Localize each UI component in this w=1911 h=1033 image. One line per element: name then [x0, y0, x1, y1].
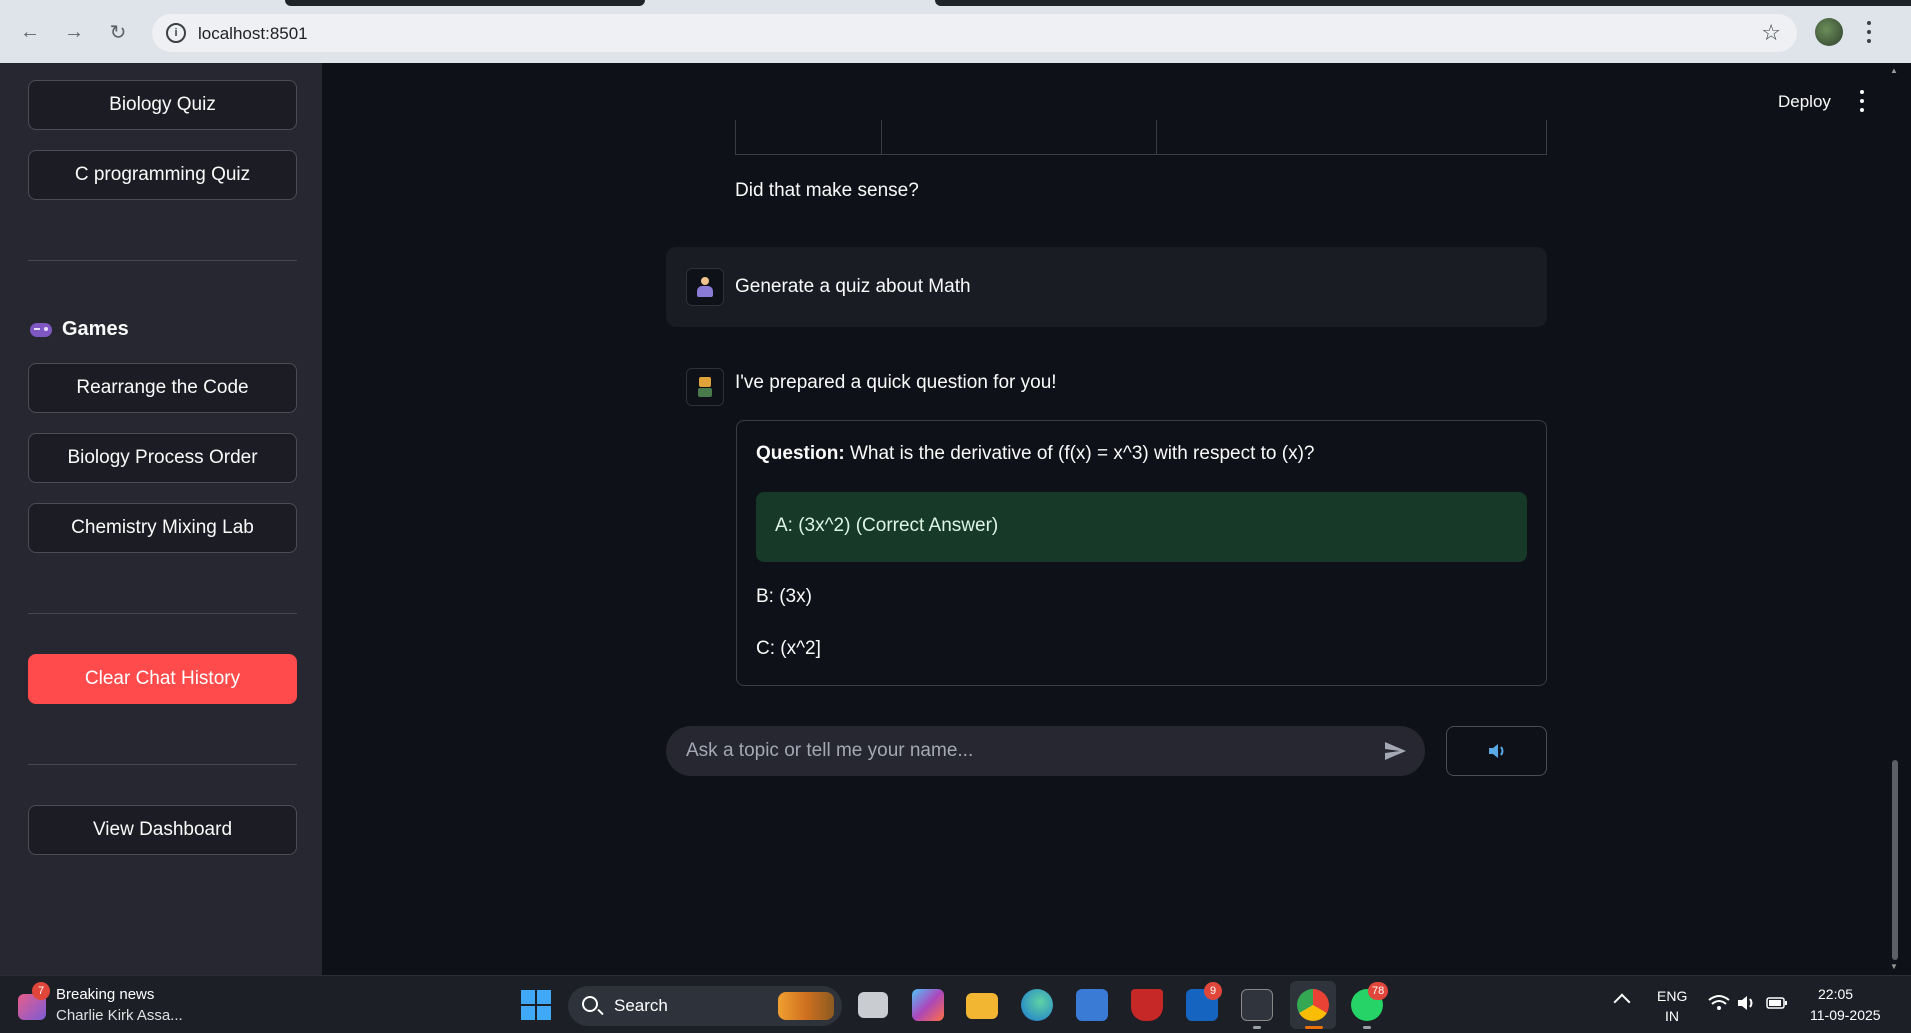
user-message: Generate a quiz about Math — [666, 247, 1547, 327]
c-programming-quiz-button[interactable]: C programming Quiz — [28, 150, 297, 200]
volume-icon[interactable] — [1736, 994, 1758, 1012]
running-indicator — [1253, 1026, 1261, 1029]
chat-input-container — [666, 726, 1425, 776]
rearrange-code-button[interactable]: Rearrange the Code — [28, 363, 297, 413]
browser-tab[interactable] — [285, 0, 645, 6]
clear-chat-history-button[interactable]: Clear Chat History — [28, 654, 297, 704]
language-region[interactable]: IN — [1665, 1008, 1679, 1024]
deploy-button[interactable]: Deploy — [1778, 92, 1831, 112]
search-highlight-icon — [778, 992, 834, 1020]
address-bar[interactable]: i localhost:8501 ☆ — [152, 14, 1797, 52]
search-icon — [582, 996, 598, 1012]
option-a-label: A: (3x^2) (Correct Answer) — [775, 515, 999, 536]
news-badge: 7 — [32, 982, 50, 1000]
send-icon[interactable] — [1383, 739, 1407, 763]
previous-table — [735, 120, 1547, 155]
app-menu-icon[interactable] — [1858, 90, 1866, 112]
user-avatar-icon — [686, 268, 724, 306]
site-info-icon[interactable]: i — [166, 23, 186, 43]
wifi-icon[interactable] — [1708, 994, 1730, 1012]
speaker-button[interactable] — [1446, 726, 1547, 776]
question-label: Question: — [756, 443, 845, 464]
biology-quiz-button[interactable]: Biology Quiz — [28, 80, 297, 130]
clock-time[interactable]: 22:05 — [1818, 986, 1853, 1002]
sidebar: Biology Quiz C programming Quiz Games Re… — [0, 63, 322, 975]
scroll-up-icon[interactable]: ▲ — [1890, 66, 1900, 75]
battery-icon[interactable] — [1766, 995, 1788, 1011]
task-view-icon[interactable] — [858, 992, 888, 1018]
assistant-intro-text: I've prepared a quick question for you! — [735, 372, 1057, 393]
terminal-icon[interactable] — [1241, 989, 1273, 1021]
bookmark-star-icon[interactable]: ☆ — [1761, 20, 1781, 46]
browser-menu-icon[interactable] — [1865, 18, 1873, 46]
quiz-question: Question: What is the derivative of (f(x… — [756, 443, 1315, 465]
copilot-icon[interactable] — [912, 989, 944, 1021]
table-column-divider — [881, 120, 882, 155]
url-text[interactable]: localhost:8501 — [198, 24, 308, 44]
edge-icon[interactable] — [1021, 989, 1053, 1021]
mcafee-icon[interactable] — [1131, 989, 1163, 1021]
option-c[interactable]: C: (x^2] — [756, 638, 821, 660]
store-icon[interactable] — [1076, 989, 1108, 1021]
scroll-down-icon[interactable]: ▼ — [1890, 962, 1900, 971]
option-b[interactable]: B: (3x) — [756, 586, 812, 608]
forward-arrow-icon[interactable]: → — [60, 18, 88, 46]
back-arrow-icon[interactable]: ← — [16, 18, 44, 46]
view-dashboard-button[interactable]: View Dashboard — [28, 805, 297, 855]
games-heading-label: Games — [62, 318, 129, 340]
tray-overflow-icon[interactable] — [1613, 993, 1631, 1011]
clock-date[interactable]: 11-09-2025 — [1810, 1007, 1881, 1023]
divider — [28, 764, 297, 765]
user-message-text: Generate a quiz about Math — [735, 276, 971, 297]
news-title[interactable]: Breaking news — [56, 986, 154, 1003]
reload-icon[interactable]: ↻ — [104, 18, 132, 46]
question-text: What is the derivative of (f(x) = x^3) w… — [844, 443, 1315, 464]
tab-strip — [0, 0, 1911, 12]
search-label: Search — [614, 996, 668, 1015]
chat-input[interactable] — [686, 738, 1366, 764]
chrome-icon[interactable] — [1297, 989, 1329, 1021]
file-explorer-icon[interactable] — [966, 993, 998, 1019]
assistant-avatar-icon — [686, 368, 724, 406]
running-indicator — [1363, 1026, 1371, 1029]
biology-process-order-button[interactable]: Biology Process Order — [28, 433, 297, 483]
l-app-badge: 9 — [1204, 982, 1222, 1000]
option-a-correct[interactable]: A: (3x^2) (Correct Answer) — [756, 492, 1527, 562]
divider — [28, 613, 297, 614]
scrollbar-thumb[interactable] — [1892, 760, 1898, 960]
games-heading: Games — [30, 318, 129, 341]
news-subtitle[interactable]: Charlie Kirk Assa... — [56, 1007, 183, 1024]
taskbar: 7 Breaking news Charlie Kirk Assa... Sea… — [0, 975, 1911, 1033]
assistant-message-text: Did that make sense? — [735, 180, 919, 201]
browser-toolbar: ← → ↻ i localhost:8501 ☆ — [0, 0, 1911, 63]
chemistry-mixing-lab-button[interactable]: Chemistry Mixing Lab — [28, 503, 297, 553]
language-code[interactable]: ENG — [1657, 988, 1687, 1004]
speaker-icon — [1488, 744, 1503, 758]
quiz-card: Question: What is the derivative of (f(x… — [736, 420, 1547, 686]
table-column-divider — [1156, 120, 1157, 155]
divider — [28, 260, 297, 261]
taskbar-search[interactable]: Search — [568, 986, 842, 1026]
browser-tab[interactable] — [935, 0, 1911, 6]
active-indicator — [1305, 1026, 1323, 1029]
profile-avatar[interactable] — [1815, 18, 1843, 46]
gamepad-icon — [30, 322, 52, 337]
whatsapp-badge: 78 — [1368, 982, 1389, 1000]
windows-start-icon[interactable] — [521, 990, 551, 1020]
